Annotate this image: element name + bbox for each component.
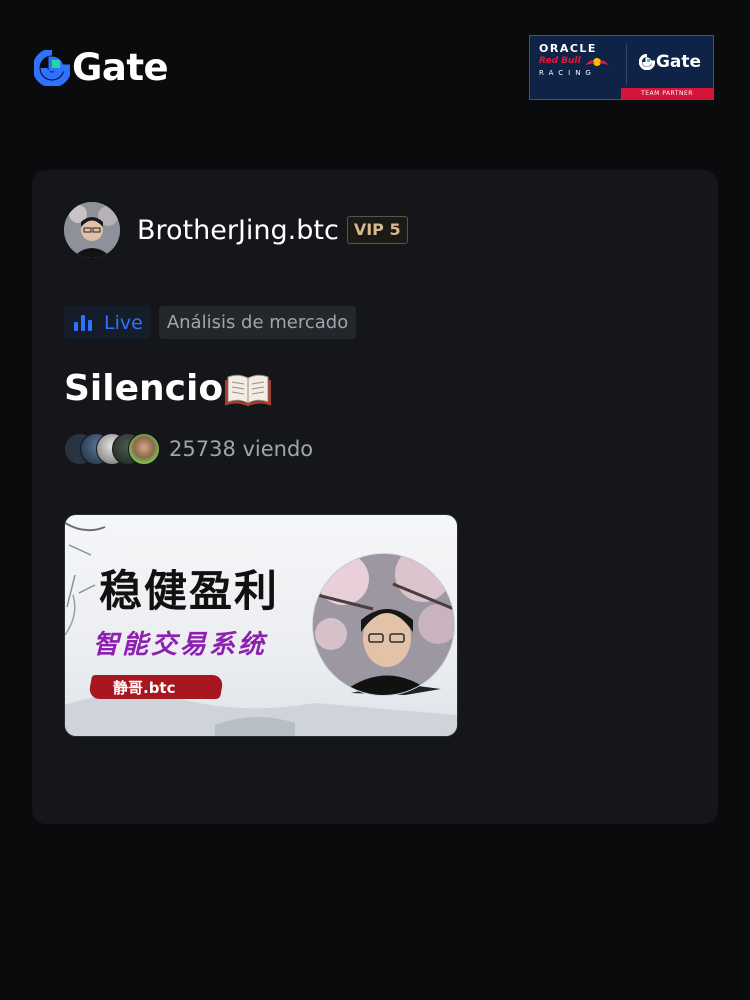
viewer-row: 25738 viendo xyxy=(64,432,313,466)
partner-gate-text: Gate xyxy=(655,51,702,72)
gate-logo[interactable]: Gate xyxy=(34,46,169,89)
viewer-avatar xyxy=(128,433,160,465)
stream-title-text: Silencio xyxy=(64,368,224,409)
thumbnail-headline: 稳健盈利 xyxy=(99,567,279,617)
team-partner-label: TEAM PARTNER xyxy=(621,88,713,99)
racing-text: RACING xyxy=(539,69,596,77)
live-bars-icon xyxy=(74,314,94,331)
thumbnail-portrait xyxy=(312,553,455,696)
team-partner-badge: ORACLE Red Bull RACING Gate TEAM PARTNER xyxy=(529,35,714,100)
topic-tag[interactable]: Análisis de mercado xyxy=(158,306,357,339)
bulls-icon xyxy=(584,57,609,66)
streamer-row[interactable]: BrotherJing.btc VIP 5 xyxy=(64,202,408,258)
streamer-username[interactable]: BrotherJing.btc xyxy=(137,215,339,246)
redbull-text: Red Bull xyxy=(539,56,581,66)
live-status-tag: Live xyxy=(64,306,151,339)
thumbnail-tag: 静哥.btc xyxy=(113,679,176,697)
gate-logo-icon xyxy=(34,50,70,86)
stream-title[interactable]: Silencio xyxy=(64,368,272,409)
live-label: Live xyxy=(104,311,143,334)
redbull-racing-logo: ORACLE Red Bull RACING xyxy=(530,36,626,99)
stream-thumbnail[interactable]: 稳健盈利 智能交易系统 静哥.btc xyxy=(64,514,458,737)
vip-badge: VIP 5 xyxy=(346,216,408,244)
viewer-avatars xyxy=(64,432,160,466)
open-book-icon xyxy=(225,374,272,406)
portrait-image xyxy=(313,554,454,695)
streamer-avatar[interactable] xyxy=(64,202,120,258)
oracle-text: ORACLE xyxy=(539,42,597,55)
live-stream-card[interactable]: BrotherJing.btc VIP 5 Live Análisis de m… xyxy=(32,170,718,824)
gate-mark-icon xyxy=(638,53,655,70)
redbull-row: Red Bull xyxy=(539,55,626,68)
thumbnail-subtitle: 智能交易系统 xyxy=(93,630,268,660)
stream-tags: Live Análisis de mercado xyxy=(64,306,357,339)
viewer-count: 25738 viendo xyxy=(169,437,314,461)
gate-logo-text: Gate xyxy=(72,46,169,89)
streamer-avatar-image xyxy=(64,202,120,258)
